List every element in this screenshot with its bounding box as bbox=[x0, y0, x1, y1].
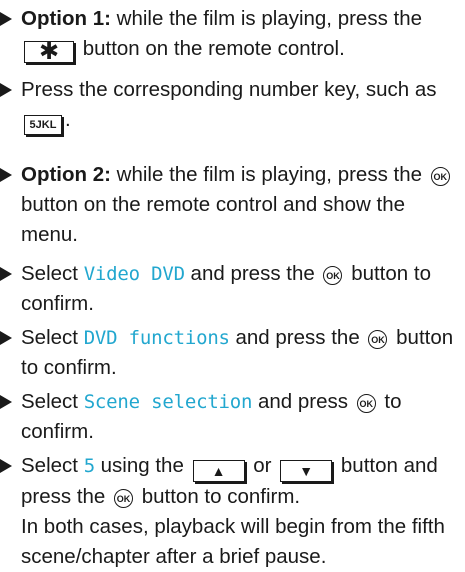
ok-button-icon: OK bbox=[114, 489, 134, 508]
bullet-arrow-icon bbox=[0, 83, 12, 97]
result-note: In both cases, playback will begin from … bbox=[21, 515, 445, 568]
ok-button-icon: OK bbox=[430, 167, 450, 186]
step-text-part: Select bbox=[21, 262, 78, 285]
display-text-scene-selection: Scene selection bbox=[83, 391, 253, 413]
step-text-part: Select bbox=[21, 454, 78, 477]
arrow-up-key-icon: ▲ bbox=[192, 460, 245, 482]
option-label: Option 2: bbox=[21, 163, 111, 186]
step-text: Select DVD functions and press the OK bu… bbox=[21, 323, 462, 383]
bullet-arrow-icon bbox=[0, 168, 12, 182]
step-text: Select Scene selection and press OK to c… bbox=[21, 387, 462, 447]
step-text-part: while the film is playing, press the bbox=[110, 163, 423, 186]
display-text-dvd-functions: DVD functions bbox=[83, 327, 230, 349]
ok-button-icon: OK bbox=[368, 330, 388, 349]
step-text-part: button to confirm. bbox=[141, 485, 301, 508]
step-text-part: or bbox=[253, 454, 272, 477]
bullet-arrow-icon bbox=[0, 267, 12, 281]
step-text-part: using the bbox=[100, 454, 184, 477]
number-5-key-icon: 5JKL bbox=[24, 115, 62, 135]
bullet-arrow-icon bbox=[0, 331, 12, 345]
step-text-part: while the film is playing, press the bbox=[110, 7, 423, 30]
step-text: Press the corresponding number key, such… bbox=[21, 75, 462, 135]
step-text-part: and press the bbox=[235, 326, 360, 349]
step-text: Option 2: while the film is playing, pre… bbox=[21, 160, 462, 250]
step-text-part: Press the corresponding number key, such… bbox=[21, 78, 437, 101]
step-text-part: button on the remote control. bbox=[82, 37, 345, 60]
bullet-arrow-icon bbox=[0, 459, 12, 473]
step-text-part: and press the bbox=[190, 262, 315, 285]
bullet-arrow-icon bbox=[0, 12, 12, 26]
step-text-part: button on the remote control and show th… bbox=[21, 193, 406, 246]
star-key-icon: ✱ bbox=[24, 40, 74, 64]
ok-button-icon: OK bbox=[323, 266, 343, 285]
step-text: Select 5 using the ▲ or ▼ button and pre… bbox=[21, 451, 462, 512]
display-text-5: 5 bbox=[83, 455, 95, 477]
step-text-part: and press bbox=[257, 390, 349, 413]
step-text-part: Select bbox=[21, 326, 78, 349]
step-text-part: Select bbox=[21, 390, 78, 413]
option-label: Option 1: bbox=[21, 7, 111, 30]
step-text-part: . bbox=[65, 108, 71, 131]
ok-button-icon: OK bbox=[356, 394, 376, 413]
arrow-down-key-icon: ▼ bbox=[280, 460, 333, 482]
step-text: Select Video DVD and press the OK button… bbox=[21, 259, 462, 319]
display-text-video-dvd: Video DVD bbox=[83, 263, 185, 285]
step-text: Option 1: while the film is playing, pre… bbox=[21, 4, 462, 64]
bullet-arrow-icon bbox=[0, 395, 12, 409]
